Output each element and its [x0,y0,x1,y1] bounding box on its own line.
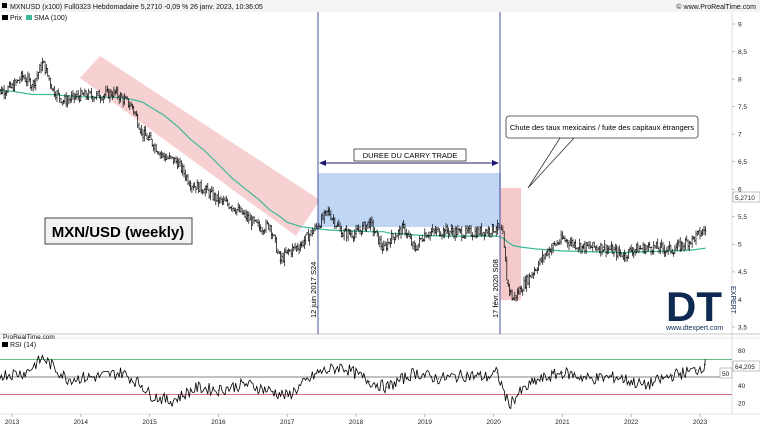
rsi-legend-swatch [2,342,8,347]
dt-expert-logo: DT EXPERT www.dtexpert.com [665,283,736,332]
downtrend-zone [80,56,320,236]
rsi-point [517,394,519,395]
x-tick-label: 2019 [418,419,433,426]
carry-trade-zone [318,173,501,227]
y-tick-label: 7,5 [738,104,747,111]
y-tick-label: 7 [738,131,742,138]
x-tick-label: 2020 [486,419,501,426]
last-rsi-value: 64,205 [735,364,755,371]
x-tick-label: 2013 [5,419,20,426]
y-tick-label: 8,5 [738,49,747,56]
rsi-point [465,374,467,376]
rsi-point [705,364,706,366]
rsi-label: RSI (14) [10,342,36,349]
price-point [389,238,391,240]
vline-2-label: 17 févr. 2020 S08 [491,259,500,318]
rsi-point [149,394,151,395]
x-tick-label: 2023 [693,419,708,426]
logo-letters: DT [666,283,722,330]
legend-price-label: Prix [10,15,23,22]
brand-text: © www.ProRealTime.com [676,3,756,11]
rsi-y-tick-label: 80 [738,348,746,355]
rsi-point [616,376,618,378]
rsi-point [508,404,510,406]
y-tick-label: 4,5 [738,269,747,276]
y-tick-label: 4 [738,297,742,304]
rsi-point [386,387,388,388]
price-point [651,246,653,248]
y-tick-label: 8 [738,76,742,83]
rsi-point [561,372,563,374]
callout-text: Chute des taux mexicains / fuite des cap… [510,123,695,132]
price-legend-swatch [2,3,7,8]
rsi-line [0,354,706,410]
rsi-mid-value: 50 [722,371,730,378]
chart-title: MXNUSD (x100) Full0323 Hebdomadaire 5,27… [10,4,263,11]
arrow-head-right [492,160,499,166]
rsi-point [94,376,96,378]
arrow-head-left [319,160,326,166]
rsi-point [245,383,247,385]
y-tick-label: 5,5 [738,214,747,221]
vline-1-label: 12 juin 2017 S24 [309,262,318,318]
x-tick-label: 2016 [211,419,226,426]
x-tick-label: 2022 [624,419,639,426]
price-point [149,139,151,141]
rsi-point [142,385,144,387]
rsi-point [486,376,488,378]
chart-canvas: MXNUSD (x100) Full0323 Hebdomadaire 5,27… [0,0,760,426]
rsi-point [217,389,219,391]
legend-price-swatch [2,15,8,20]
logo-url: www.dtexpert.com [665,325,723,332]
last-price-value: 5,2710 [735,195,755,202]
rsi-point [414,372,415,374]
rsi-point [25,372,27,374]
legend-sma-label: SMA (100) [34,15,67,22]
price-point [603,246,605,248]
rsi-point [341,366,343,367]
source-label: ProRealTime.com [3,334,55,341]
x-tick-label: 2017 [280,419,295,426]
rsi-point [42,357,44,359]
callout-pointer [527,137,575,189]
rsi-point [589,378,591,380]
rsi-point [438,378,440,380]
x-tick-label: 2018 [349,419,364,426]
y-tick-label: 6,5 [738,159,747,166]
rsi-y-tick-label: 40 [738,383,746,390]
rsi-point [121,372,123,374]
rsi-point [317,372,319,374]
rsi-point [696,369,698,371]
rsi-y-tick-label: 20 [738,401,746,408]
rsi-point [644,385,646,387]
rsi-point [369,380,371,382]
x-tick-label: 2014 [74,419,89,426]
x-tick-label: 2021 [555,419,570,426]
price-point [506,282,508,284]
rsi-point [534,380,536,382]
logo-sub: EXPERT [729,286,736,315]
pair-label: MXN/USD (weekly) [52,224,185,241]
y-tick-label: 3,5 [738,324,747,331]
y-tick-label: 5 [738,242,742,249]
carry-trade-label: DUREE DU CARRY TRADE [363,151,458,160]
rsi-point [496,372,498,374]
rsi-point [286,395,288,397]
rsi-point [672,374,673,376]
rsi-series-group [0,354,732,410]
price-point [413,249,416,251]
rsi-point [169,401,171,402]
price-point [501,232,504,234]
x-tick-label: 2015 [142,419,157,426]
zones [80,56,521,300]
rsi-point [272,391,274,393]
rsi-point [197,387,199,388]
legend-sma-swatch [26,15,32,20]
rsi-point [66,378,68,380]
y-tick-label: 9 [738,21,742,28]
